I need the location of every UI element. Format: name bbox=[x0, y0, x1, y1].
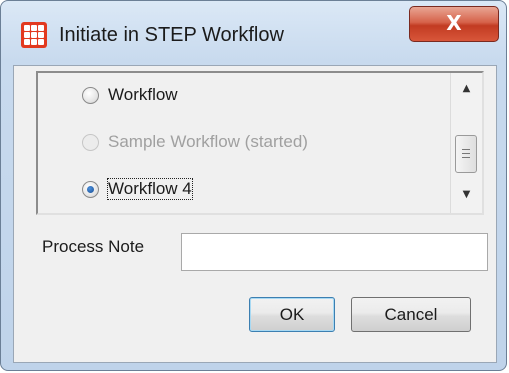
scroll-down-icon[interactable]: ▼ bbox=[451, 183, 482, 207]
dialog-content: Workflow Sample Workflow (started) Workf… bbox=[13, 65, 497, 363]
cancel-button[interactable]: Cancel bbox=[351, 297, 471, 332]
radio-button bbox=[82, 133, 99, 151]
dialog-window: Initiate in STEP Workflow X Workflow Sam… bbox=[0, 0, 507, 371]
process-note-label: Process Note bbox=[42, 237, 145, 256]
process-note-input[interactable] bbox=[181, 233, 488, 271]
window-title: Initiate in STEP Workflow bbox=[59, 24, 284, 46]
title-bar[interactable]: Initiate in STEP Workflow X bbox=[1, 1, 506, 65]
workflow-option-workflow[interactable]: Workflow bbox=[82, 81, 178, 109]
workflow-option-label: Workflow bbox=[108, 85, 178, 104]
ok-button[interactable]: OK bbox=[249, 297, 335, 332]
scroll-thumb[interactable] bbox=[455, 135, 477, 173]
step-grid-icon bbox=[21, 22, 47, 48]
workflow-list: Workflow Sample Workflow (started) Workf… bbox=[36, 71, 484, 215]
workflow-option-sample-workflow: Sample Workflow (started) bbox=[82, 128, 308, 156]
workflow-option-label: Sample Workflow (started) bbox=[108, 132, 308, 151]
radio-button[interactable] bbox=[82, 180, 99, 198]
vertical-scrollbar[interactable]: ▲ ▼ bbox=[450, 73, 482, 213]
workflow-option-label: Workflow 4 bbox=[107, 178, 193, 200]
scroll-up-icon[interactable]: ▲ bbox=[451, 77, 482, 101]
workflow-list-items: Workflow Sample Workflow (started) Workf… bbox=[38, 73, 450, 213]
close-button[interactable]: X bbox=[409, 6, 499, 42]
workflow-option-workflow-4[interactable]: Workflow 4 bbox=[82, 175, 193, 203]
radio-button[interactable] bbox=[82, 86, 99, 104]
